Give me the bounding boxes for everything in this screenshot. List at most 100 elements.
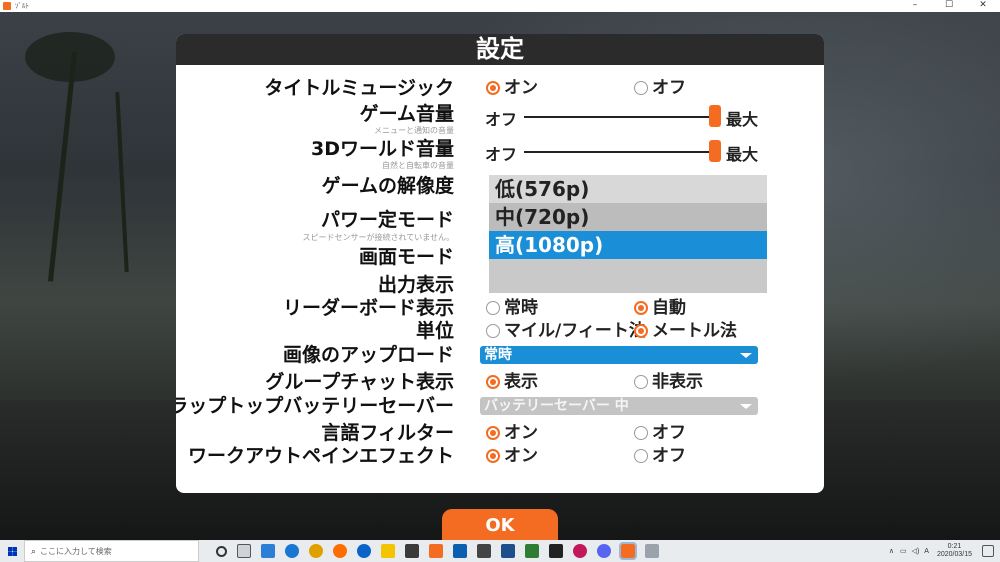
output-display-label: 出力表示 xyxy=(377,274,454,296)
clock-time: 0:21 xyxy=(947,543,962,550)
radio-selected-icon[interactable] xyxy=(486,449,500,463)
close-icon[interactable]: ✕ xyxy=(966,0,1000,12)
image-upload-select[interactable]: 常時 xyxy=(480,346,758,364)
maximize-icon[interactable]: ☐ xyxy=(932,0,966,12)
app-icon[interactable] xyxy=(525,544,539,558)
taskbar-pinned-apps xyxy=(211,542,664,560)
world-volume-label: 3Dワールド音量 xyxy=(311,138,454,160)
leaderboard-auto-option[interactable]: 自動 xyxy=(634,298,686,318)
workout-pain-off-option[interactable]: オフ xyxy=(634,446,686,466)
radio-selected-icon[interactable] xyxy=(486,81,500,95)
task-view-icon[interactable] xyxy=(237,544,251,558)
group-chat-show-option[interactable]: 表示 xyxy=(486,372,538,392)
vscode-icon[interactable] xyxy=(261,544,275,558)
volume-icon[interactable]: ◁) xyxy=(912,547,920,555)
game-volume-sublabel: メニューと通知の音量 xyxy=(374,126,454,135)
group-chat-show-label: 表示 xyxy=(504,372,538,392)
image-upload-label: 画像のアップロード xyxy=(282,344,454,366)
ime-indicator[interactable]: A xyxy=(924,548,929,555)
radio-selected-icon[interactable] xyxy=(486,426,500,440)
radio-unselected-icon[interactable] xyxy=(486,324,500,338)
palm-tree xyxy=(47,52,78,282)
resolution-option-720p[interactable]: 中(720p) xyxy=(489,203,767,231)
radio-unselected-icon[interactable] xyxy=(634,426,648,440)
resolution-option-1080p[interactable]: 高(1080p) xyxy=(489,231,767,259)
game-volume-label: ゲーム音量 xyxy=(359,103,454,125)
mail-icon[interactable] xyxy=(453,544,467,558)
powershell-icon[interactable] xyxy=(501,544,515,558)
chevron-up-icon[interactable]: ∧ xyxy=(889,547,894,555)
zwift-icon[interactable] xyxy=(429,544,443,558)
edge-icon[interactable] xyxy=(285,544,299,558)
language-filter-label: 言語フィルター xyxy=(321,422,454,444)
start-button[interactable] xyxy=(0,540,24,562)
title-music-label: タイトルミュージック xyxy=(264,77,454,99)
store-icon[interactable] xyxy=(405,544,419,558)
radio-unselected-icon[interactable] xyxy=(634,375,648,389)
world-volume-label-text: ワールド音量 xyxy=(339,138,454,160)
screen-mode-label: 画面モード xyxy=(358,246,454,268)
leaderboard-auto-label: 自動 xyxy=(652,298,686,318)
network-icon[interactable]: ▭ xyxy=(900,547,907,555)
title-music-on-option[interactable]: オン xyxy=(486,78,538,98)
game-volume-slider-track[interactable] xyxy=(524,116,714,118)
browser-icon[interactable] xyxy=(357,544,371,558)
image-upload-select-value: 常時 xyxy=(484,347,512,363)
language-filter-off-label: オフ xyxy=(652,423,686,443)
notification-icon[interactable] xyxy=(982,545,994,557)
language-filter-off-option[interactable]: オフ xyxy=(634,423,686,443)
game-volume-slider-handle[interactable] xyxy=(709,105,721,127)
minimize-icon[interactable]: – xyxy=(898,0,932,12)
power-mode-label: パワー定モード xyxy=(320,209,454,231)
resolution-label: ゲームの解像度 xyxy=(321,175,454,197)
group-chat-label: グループチャット表示 xyxy=(265,371,454,393)
units-metric-option[interactable]: メートル法 xyxy=(634,321,737,341)
resolution-dropdown-list: 低(576p) 中(720p) 高(1080p) xyxy=(489,175,767,293)
terminal-icon[interactable] xyxy=(549,544,563,558)
radio-selected-icon[interactable] xyxy=(486,375,500,389)
workout-pain-on-label: オン xyxy=(504,446,538,466)
world-volume-min-label: オフ xyxy=(485,145,518,164)
world-volume-slider-track[interactable] xyxy=(524,151,714,153)
firefox-icon[interactable] xyxy=(333,544,347,558)
title-music-on-label: オン xyxy=(504,78,538,98)
app-icon[interactable] xyxy=(573,544,587,558)
units-metric-label: メートル法 xyxy=(652,321,737,341)
zwift-active-icon[interactable] xyxy=(619,542,637,560)
world-volume-slider-handle[interactable] xyxy=(709,140,721,162)
taskbar-search-placeholder: ここに入力して検索 xyxy=(40,546,112,556)
battery-saver-label: ラップトップバッテリーセーバー xyxy=(176,395,454,417)
window-controls: – ☐ ✕ xyxy=(898,0,1000,12)
app-icon[interactable] xyxy=(645,544,659,558)
window-titlebar: ｿﾞﾙﾄ – ☐ ✕ xyxy=(0,0,1000,12)
settings-dialog: 設定 タイトルミュージック オン オフ ゲーム音量 メニューと通知の音量 オフ … xyxy=(176,34,824,493)
radio-selected-icon[interactable] xyxy=(634,301,648,315)
leaderboard-always-option[interactable]: 常時 xyxy=(486,298,538,318)
world-volume-sublabel: 自然と自転車の音量 xyxy=(382,161,454,170)
language-filter-on-option[interactable]: オン xyxy=(486,423,538,443)
cortana-icon[interactable] xyxy=(216,545,227,557)
chevron-down-icon xyxy=(740,404,752,409)
title-music-off-option[interactable]: オフ xyxy=(634,78,686,98)
units-label: 単位 xyxy=(415,320,454,342)
search-icon: ⌕ xyxy=(31,545,37,556)
workout-pain-off-label: オフ xyxy=(652,446,686,466)
discord-icon[interactable] xyxy=(597,544,611,558)
units-imperial-option[interactable]: マイル/フィート法 xyxy=(486,321,646,341)
chrome-icon[interactable] xyxy=(309,544,323,558)
ok-button[interactable]: OK xyxy=(442,509,558,540)
workout-pain-on-option[interactable]: オン xyxy=(486,446,538,466)
leaderboard-label: リーダーボード表示 xyxy=(282,297,454,319)
app-icon[interactable] xyxy=(477,544,491,558)
radio-selected-icon[interactable] xyxy=(634,324,648,338)
taskbar-clock[interactable]: 0:21 2020/03/15 xyxy=(937,543,972,559)
resolution-option-576p[interactable]: 低(576p) xyxy=(489,175,767,203)
radio-unselected-icon[interactable] xyxy=(486,301,500,315)
battery-saver-select[interactable]: バッテリーセーバー 中 xyxy=(480,397,758,415)
group-chat-hide-option[interactable]: 非表示 xyxy=(634,372,703,392)
taskbar-search-input[interactable]: ⌕ ここに入力して検索 xyxy=(24,540,199,562)
file-explorer-icon[interactable] xyxy=(381,544,395,558)
radio-unselected-icon[interactable] xyxy=(634,449,648,463)
radio-unselected-icon[interactable] xyxy=(634,81,648,95)
system-tray: ∧ ▭ ◁) A 0:21 2020/03/15 xyxy=(889,540,994,562)
